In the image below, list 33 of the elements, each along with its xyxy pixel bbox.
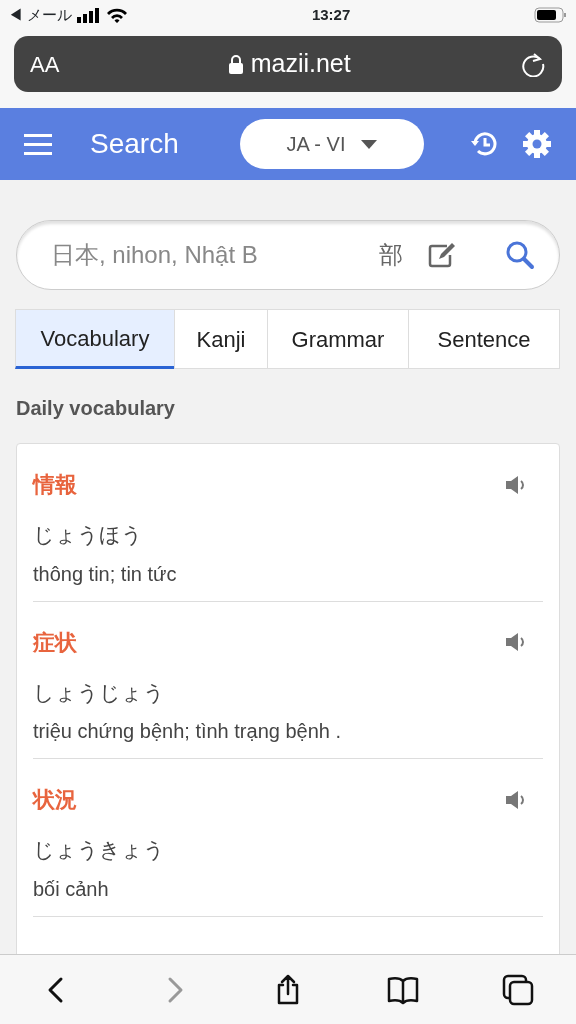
tab[interactable]: Kanji [174,309,268,369]
page-title: Search [90,127,180,161]
reading-text: じょうほう [33,522,144,548]
search-icon[interactable] [505,240,535,270]
meaning-text: thông tin; tin tức [33,561,178,587]
tab[interactable]: Sentence [408,309,560,369]
battery-icon [534,6,568,24]
url-text[interactable]: mazii.net [250,45,351,83]
tab[interactable]: Vocabulary [15,309,175,369]
reading-text: しょうじょう [33,679,166,706]
reading-text: じょうきょう [33,837,166,863]
speaker-icon[interactable] [505,789,527,810]
speaker-icon[interactable] [505,474,527,495]
caret-icon [361,139,378,149]
reload-icon[interactable] [520,51,546,77]
wifi-icon [106,7,129,23]
lock-icon [228,54,243,74]
clock-time: 13:27 [311,4,351,25]
history-icon[interactable] [470,130,498,158]
section-heading: Daily vocabulary [16,396,176,421]
menu-icon[interactable] [24,133,52,155]
meaning-text: bối cảnh [33,876,110,902]
settings-icon[interactable] [522,129,552,159]
back-to-app-link[interactable]: ◀ メール [8,3,73,27]
text-size-button[interactable]: AA [30,47,60,81]
meaning-text: triệu chứng bệnh; tình trạng bệnh . [33,719,343,744]
tabs-icon[interactable] [501,972,536,1007]
tab[interactable]: Grammar [267,309,409,369]
speaker-icon[interactable] [505,632,527,652]
radical-button[interactable]: 部 [379,237,403,273]
search-field[interactable]: 日本, nihon, Nhật B 部 [16,220,560,290]
handwriting-icon[interactable] [427,241,457,269]
language-dropdown[interactable]: JA - VI [240,119,424,169]
